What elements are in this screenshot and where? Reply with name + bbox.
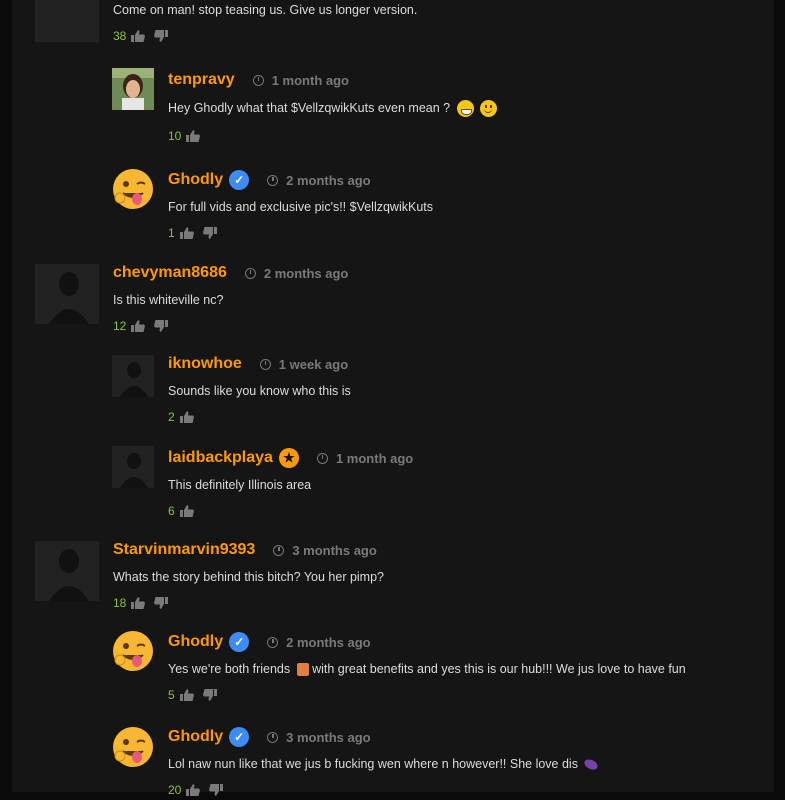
people-holding-hands-emoji bbox=[296, 663, 309, 677]
winking-tongue-emoji-avatar[interactable] bbox=[112, 726, 154, 768]
timestamp: 2 months ago bbox=[263, 265, 349, 281]
avatar-placeholder[interactable] bbox=[112, 446, 154, 488]
vote-row: 6 bbox=[168, 504, 413, 518]
star-badge-icon: ★ bbox=[278, 448, 299, 468]
timestamp: 2 months ago bbox=[286, 172, 371, 188]
winking-tongue-emoji-avatar[interactable] bbox=[112, 168, 154, 210]
comment-text: Whats the story behind this bitch? You h… bbox=[113, 570, 384, 584]
username[interactable]: Ghodly bbox=[168, 171, 223, 189]
avatar-placeholder[interactable] bbox=[35, 0, 99, 42]
thumbs-up-icon[interactable] bbox=[179, 411, 194, 423]
thumbs-down-icon[interactable] bbox=[202, 689, 217, 702]
timestamp: 1 month ago bbox=[335, 450, 414, 466]
right-frame bbox=[774, 0, 785, 800]
like-count: 2 bbox=[168, 410, 175, 424]
avatar-placeholder[interactable] bbox=[112, 355, 154, 397]
timestamp: 1 week ago bbox=[278, 356, 349, 372]
thumbs-down-icon[interactable] bbox=[154, 597, 169, 609]
eggplant-emoji bbox=[583, 757, 600, 772]
username[interactable]: chevyman8686 bbox=[113, 264, 227, 282]
thumbs-down-icon[interactable] bbox=[209, 784, 224, 796]
like-count: 5 bbox=[168, 688, 175, 703]
winking-tongue-emoji-avatar[interactable] bbox=[112, 630, 154, 672]
clock-icon bbox=[267, 636, 279, 648]
comment-text-part: with great benefits and yes this is our … bbox=[312, 662, 686, 676]
timestamp: 3 months ago bbox=[286, 729, 371, 745]
timestamp: 3 months ago bbox=[292, 542, 377, 558]
thumbs-up-icon[interactable] bbox=[186, 784, 201, 796]
like-count: 18 bbox=[113, 596, 127, 610]
thumbs-down-icon[interactable] bbox=[202, 227, 217, 239]
username[interactable]: iknowhoe bbox=[168, 355, 242, 373]
like-count: 38 bbox=[113, 29, 127, 43]
vote-row: 5 bbox=[168, 688, 686, 702]
comment-text-content: Lol naw nun like that we jus b fucking w… bbox=[168, 757, 578, 771]
clock-icon bbox=[267, 731, 279, 743]
like-count: 12 bbox=[113, 319, 127, 333]
comment-text: Sounds like you know who this is bbox=[168, 384, 351, 398]
comment-text: For full vids and exclusive pic's!! $Vel… bbox=[168, 200, 433, 214]
vote-row: 10 bbox=[168, 129, 497, 143]
vote-row: 20 bbox=[168, 783, 598, 797]
like-count: 6 bbox=[168, 504, 175, 518]
grinning-face-emoji bbox=[456, 100, 474, 117]
clock-icon bbox=[267, 174, 279, 186]
comment-text-content: Hey Ghodly what that $VellzqwikKuts even… bbox=[168, 100, 451, 115]
thumbs-up-icon[interactable] bbox=[179, 227, 194, 239]
like-count: 20 bbox=[168, 783, 182, 797]
avatar-placeholder[interactable] bbox=[35, 541, 99, 601]
timestamp: 2 months ago bbox=[286, 634, 371, 650]
thumbs-down-icon[interactable] bbox=[154, 30, 169, 42]
clock-icon bbox=[244, 267, 256, 279]
comment-text: This definitely Illinois area bbox=[168, 478, 312, 492]
like-count: 1 bbox=[168, 226, 175, 240]
thumbs-up-icon[interactable] bbox=[186, 130, 201, 142]
comment-text: Yes we're both friends with great benefi… bbox=[168, 662, 686, 677]
vote-row: 1 bbox=[168, 226, 433, 240]
thumbs-down-icon[interactable] bbox=[154, 320, 169, 332]
comment-text: Hey Ghodly what that $VellzqwikKuts even… bbox=[168, 100, 498, 117]
clock-icon bbox=[252, 74, 264, 86]
thumbs-up-icon[interactable] bbox=[131, 597, 146, 609]
like-count: 10 bbox=[168, 129, 182, 143]
vote-row: 38 bbox=[113, 29, 417, 43]
thumbs-up-icon[interactable] bbox=[131, 320, 146, 332]
username[interactable]: Starvinmarvin9393 bbox=[113, 541, 255, 559]
clock-icon bbox=[259, 358, 271, 370]
username[interactable]: Ghodly bbox=[168, 633, 223, 651]
smiling-face-emoji bbox=[480, 100, 498, 117]
left-frame bbox=[0, 0, 12, 800]
avatar-photo[interactable] bbox=[112, 68, 154, 110]
comment-text: Is this whiteville nc? bbox=[113, 293, 224, 307]
username[interactable]: tenpravy bbox=[168, 71, 235, 89]
vote-row: 18 bbox=[113, 596, 384, 610]
timestamp: 1 month ago bbox=[271, 72, 349, 88]
username[interactable]: laidbackplaya bbox=[168, 449, 273, 467]
vote-row: 2 bbox=[168, 410, 351, 424]
verified-badge-icon: ✓ bbox=[229, 632, 250, 652]
thumbs-up-icon[interactable] bbox=[179, 689, 194, 702]
thumbs-up-icon[interactable] bbox=[179, 505, 194, 517]
verified-badge-icon: ✓ bbox=[229, 727, 250, 747]
thumbs-up-icon[interactable] bbox=[131, 30, 146, 42]
clock-icon bbox=[316, 452, 328, 464]
username[interactable]: Ghodly bbox=[168, 728, 223, 746]
comment-text: Lol naw nun like that we jus b fucking w… bbox=[168, 757, 600, 772]
avatar-placeholder[interactable] bbox=[35, 264, 99, 324]
comment-text: Come on man! stop teasing us. Give us lo… bbox=[113, 3, 418, 17]
verified-badge-icon: ✓ bbox=[229, 170, 250, 190]
comment-text-part: Yes we're both friends bbox=[168, 662, 291, 676]
vote-row: 12 bbox=[113, 319, 348, 333]
clock-icon bbox=[273, 544, 285, 556]
